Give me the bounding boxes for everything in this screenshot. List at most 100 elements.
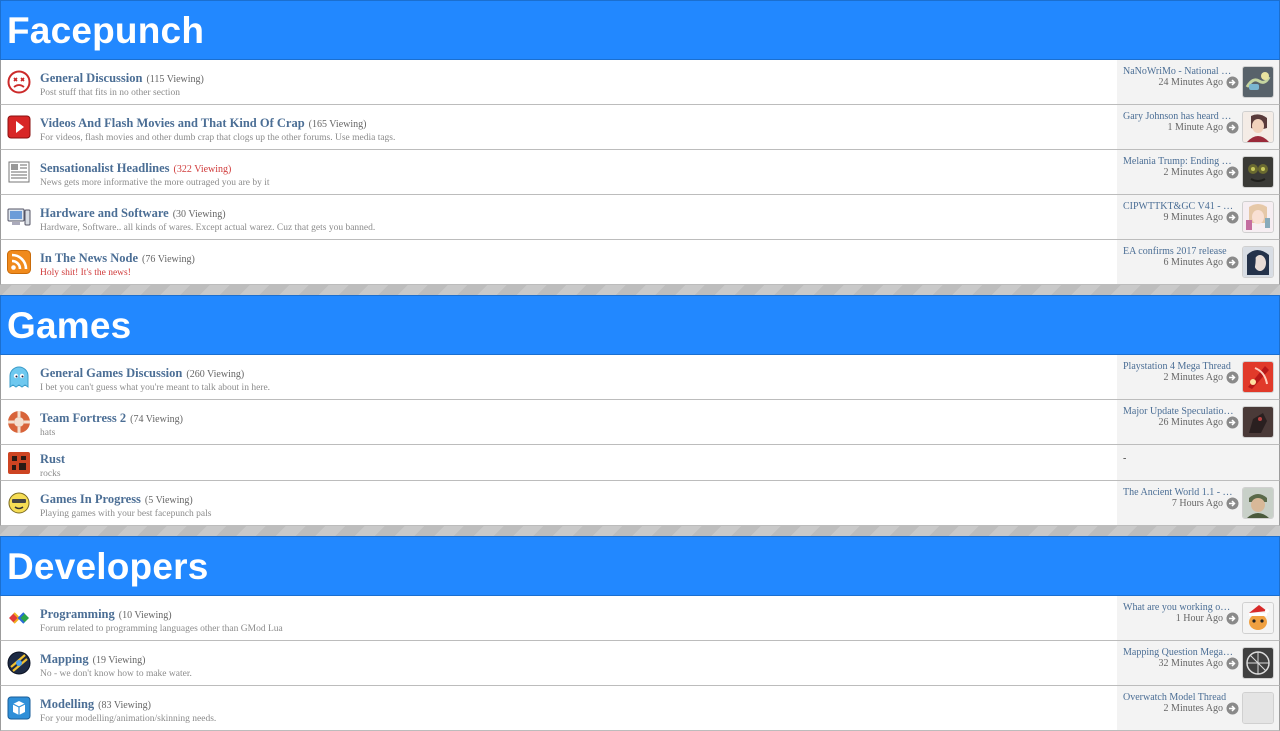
viewing-count: (322 Viewing) [173,164,232,175]
last-post-title-link[interactable]: NaNoWriMo - National Novel Writing Month [1123,66,1234,77]
section-header[interactable]: Facepunch [0,0,1280,60]
modelling-icon [7,696,31,720]
last-post-title-link[interactable]: Gary Johnson has heard of Aleppo [1123,111,1234,122]
forum-link[interactable]: Programming [40,607,115,621]
section-title: Games [7,304,132,346]
forum-description: No - we don't know how to make water. [40,669,192,679]
avatar-hand-drawing[interactable] [1242,66,1274,98]
goto-last-post-icon[interactable] [1226,211,1239,224]
goto-last-post-icon[interactable] [1226,657,1239,670]
forum-info: In The News Node (76 Viewing) Holy shit! … [40,249,1109,278]
forum-row: Programming (10 Viewing) Forum related to… [0,596,1280,641]
avatar-cat-santa[interactable] [1242,602,1274,634]
forum-description: hats [40,428,56,438]
smiley-icon [7,491,31,515]
viewing-count: (83 Viewing) [98,700,151,711]
last-post-title-link[interactable]: Overwatch Model Thread [1123,692,1234,703]
last-post-title-link[interactable]: EA confirms 2017 release [1123,246,1234,257]
forum-row: Rust rocks - [0,445,1280,481]
last-post-time: 32 Minutes Ago [1158,658,1223,669]
forum-description: Playing games with your best facepunch p… [40,509,212,519]
forum-section: Games General Games Discussion (260 Viewi… [0,295,1280,526]
avatar-soldier[interactable] [1242,487,1274,519]
section-title: Facepunch [7,9,205,51]
last-post-title-link[interactable]: What are you working on? v70 [1123,602,1234,613]
viewing-count: (74 Viewing) [130,414,183,425]
forum-link[interactable]: Videos And Flash Movies and That Kind Of… [40,116,305,130]
forum-section: Developers Programming (10 Viewing) Forum… [0,536,1280,731]
goto-last-post-icon[interactable] [1226,702,1239,715]
viewing-count: (19 Viewing) [92,655,146,666]
forum-link[interactable]: General Discussion [40,71,142,85]
last-post: Major Update Speculation Thread 26 Minut… [1117,400,1279,444]
goto-last-post-icon[interactable] [1226,121,1239,134]
last-post: The Ancient World 1.1 - Let's Play 7 Hou… [1117,481,1279,525]
mapping-icon [7,651,31,675]
viewing-count: (260 Viewing) [186,369,245,380]
forum-description: Post stuff that fits in no other section [40,88,180,98]
avatar-blue-hair[interactable] [1242,246,1274,278]
forum-link[interactable]: Team Fortress 2 [40,411,126,425]
last-post: Mapping Question Megathread 32 Minutes A… [1117,641,1279,685]
forum-description: Forum related to programming languages o… [40,624,283,634]
forum-link[interactable]: Rust [40,452,65,466]
last-post-title-link[interactable]: Major Update Speculation Thread [1123,406,1234,417]
forum-description: I bet you can't guess what you're meant … [40,383,271,393]
avatar-dark-creature[interactable] [1242,156,1274,188]
last-post-title-link[interactable]: Playstation 4 Mega Thread [1123,361,1234,372]
last-post: Gary Johnson has heard of Aleppo 1 Minut… [1117,105,1279,149]
last-post-time: 26 Minutes Ago [1158,417,1223,428]
avatar-wireframe[interactable] [1242,647,1274,679]
forum-description: For videos, flash movies and other dumb … [40,133,396,143]
viewing-count: (76 Viewing) [142,254,195,265]
avatar-anime-lawyer[interactable] [1242,111,1274,143]
last-post: Overwatch Model Thread 2 Minutes Ago [1117,686,1279,730]
last-post: Melania Trump: Ending the tweets 2 Minut… [1117,150,1279,194]
forum-info: General Discussion (115 Viewing) Post stu… [40,69,1109,98]
viewing-count: (10 Viewing) [118,610,172,621]
forum-info: Team Fortress 2 (74 Viewing) hats [40,409,1109,438]
viewing-count: (115 Viewing) [146,74,204,85]
section-header[interactable]: Games [0,295,1280,355]
forum-info: Hardware and Software (30 Viewing) Hardwa… [40,204,1109,233]
newspaper-icon [7,160,31,184]
forum-description: Hardware, Software.. all kinds of wares.… [40,223,376,233]
last-post-title-link[interactable]: Melania Trump: Ending the tweets [1123,156,1234,167]
goto-last-post-icon[interactable] [1226,497,1239,510]
avatar-red-robot[interactable] [1242,361,1274,393]
ghost-icon [7,365,31,389]
forum-link[interactable]: Hardware and Software [40,206,169,220]
avatar-blank[interactable] [1242,692,1274,724]
forum-link[interactable]: Sensationalist Headlines [40,161,170,175]
section-header[interactable]: Developers [0,536,1280,596]
last-post-title-link[interactable]: Mapping Question Megathread [1123,647,1234,658]
forum-link[interactable]: Modelling [40,697,94,711]
last-post-title-link[interactable]: CIPWTTKT&GC V41 - Computer help [1123,201,1234,212]
viewing-count: (5 Viewing) [144,495,193,506]
forum-row: Modelling (83 Viewing) For your modelling… [0,686,1280,731]
forum-link[interactable]: Games In Progress [40,492,141,506]
forum-info: General Games Discussion (260 Viewing) I … [40,364,1109,393]
last-post: Playstation 4 Mega Thread 2 Minutes Ago [1117,355,1279,399]
forum-link[interactable]: Mapping [40,652,89,666]
forum-row: Videos And Flash Movies and That Kind Of… [0,105,1280,150]
play-icon [7,115,31,139]
forum-link[interactable]: General Games Discussion [40,366,182,380]
avatar-anime-pink[interactable] [1242,201,1274,233]
goto-last-post-icon[interactable] [1226,76,1239,89]
rss-icon [7,250,31,274]
goto-last-post-icon[interactable] [1226,612,1239,625]
forum-row: Mapping (19 Viewing) No - we don't know h… [0,641,1280,686]
last-post-title-link[interactable]: The Ancient World 1.1 - Let's Play [1123,487,1234,498]
last-post-time: 2 Minutes Ago [1163,167,1223,178]
forum-link[interactable]: In The News Node [40,251,138,265]
programming-icon [7,606,31,630]
goto-last-post-icon[interactable] [1226,166,1239,179]
goto-last-post-icon[interactable] [1226,256,1239,269]
last-post-empty: - [1123,453,1127,464]
forum-row: General Games Discussion (260 Viewing) I … [0,355,1280,400]
forum-description: rocks [40,469,61,479]
goto-last-post-icon[interactable] [1226,416,1239,429]
avatar-dark-knight[interactable] [1242,406,1274,438]
goto-last-post-icon[interactable] [1226,371,1239,384]
